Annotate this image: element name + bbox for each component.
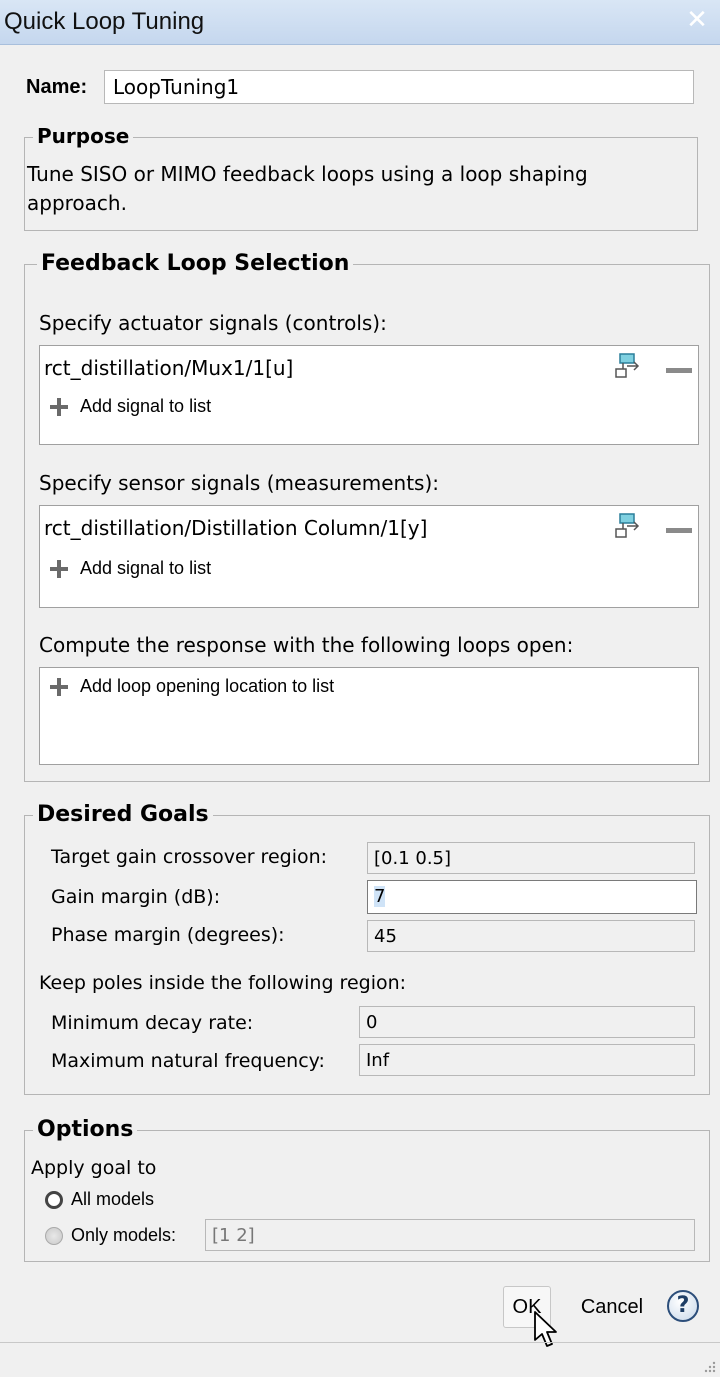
resize-grip-icon[interactable] xyxy=(702,1358,716,1373)
name-input[interactable]: LoopTuning1 xyxy=(104,70,694,104)
actuator-add-label: Add signal to list xyxy=(80,395,212,416)
window-title: Quick Loop Tuning xyxy=(4,8,205,35)
only-models-field[interactable]: [1 2] xyxy=(205,1219,695,1251)
max-freq-field[interactable]: Inf xyxy=(359,1044,695,1076)
phase-margin-field[interactable]: 45 xyxy=(367,920,695,952)
plus-icon xyxy=(46,556,72,582)
actuator-add-row[interactable]: Add signal to list xyxy=(46,394,211,420)
actuator-label: Specify actuator signals (controls): xyxy=(39,311,387,335)
feedback-legend: Feedback Loop Selection xyxy=(37,251,354,276)
plus-icon xyxy=(46,674,72,700)
title-bar: Quick Loop Tuning ✕ xyxy=(0,0,720,45)
gain-margin-label: Gain margin (dB): xyxy=(51,886,221,908)
sensor-list[interactable]: rct_distillation/Distillation Column/1[y… xyxy=(39,505,699,608)
cancel-button[interactable]: Cancel xyxy=(574,1286,650,1328)
sensor-add-row[interactable]: Add signal to list xyxy=(46,556,211,582)
purpose-legend: Purpose xyxy=(33,124,134,148)
remove-signal-icon[interactable] xyxy=(666,528,692,536)
remove-signal-icon[interactable] xyxy=(666,368,692,376)
max-freq-label: Maximum natural frequency: xyxy=(51,1050,325,1072)
open-add-label: Add loop opening location to list xyxy=(80,675,335,696)
open-loops-label: Compute the response with the following … xyxy=(39,633,574,657)
only-models-label[interactable]: Only models: xyxy=(71,1225,176,1246)
gain-margin-field[interactable]: 7 xyxy=(367,880,697,914)
all-models-radio[interactable] xyxy=(45,1191,63,1209)
purpose-text-line2: approach. xyxy=(27,191,127,215)
signal-select-icon[interactable] xyxy=(614,352,644,382)
apply-goal-label: Apply goal to xyxy=(31,1157,157,1179)
goals-group: Desired Goals Target gain crossover regi… xyxy=(24,802,710,1095)
sensor-add-label: Add signal to list xyxy=(80,557,212,578)
min-decay-label: Minimum decay rate: xyxy=(51,1012,254,1034)
plus-icon xyxy=(46,394,72,420)
signal-select-icon[interactable] xyxy=(614,512,644,542)
status-bar xyxy=(0,1342,720,1376)
min-decay-field[interactable]: 0 xyxy=(359,1006,695,1038)
crossover-label: Target gain crossover region: xyxy=(51,846,328,868)
gain-margin-value: 7 xyxy=(374,886,386,907)
only-models-radio[interactable] xyxy=(45,1227,63,1245)
goals-legend: Desired Goals xyxy=(33,802,213,827)
open-add-row[interactable]: Add loop opening location to list xyxy=(46,674,334,700)
close-icon[interactable]: ✕ xyxy=(684,6,710,34)
sensor-label: Specify sensor signals (measurements): xyxy=(39,471,439,495)
name-label: Name: xyxy=(26,76,88,98)
open-loops-list[interactable]: Add loop opening location to list xyxy=(39,667,699,765)
poles-label: Keep poles inside the following region: xyxy=(39,972,407,994)
help-icon[interactable]: ? xyxy=(667,1290,699,1322)
sensor-signal[interactable]: rct_distillation/Distillation Column/1[y… xyxy=(44,516,427,540)
crossover-field[interactable]: [0.1 0.5] xyxy=(367,842,695,874)
all-models-label[interactable]: All models xyxy=(71,1189,154,1210)
feedback-group: Feedback Loop Selection Specify actuator… xyxy=(24,251,710,782)
actuator-signal[interactable]: rct_distillation/Mux1/1[u] xyxy=(44,356,293,380)
phase-margin-label: Phase margin (degrees): xyxy=(51,924,285,946)
options-legend: Options xyxy=(33,1117,138,1142)
purpose-text-line1: Tune SISO or MIMO feedback loops using a… xyxy=(27,162,588,186)
purpose-group: Purpose Tune SISO or MIMO feedback loops… xyxy=(24,124,698,231)
actuator-list[interactable]: rct_distillation/Mux1/1[u] Add signal to… xyxy=(39,345,699,445)
options-group: Options Apply goal to All models Only mo… xyxy=(24,1117,710,1262)
